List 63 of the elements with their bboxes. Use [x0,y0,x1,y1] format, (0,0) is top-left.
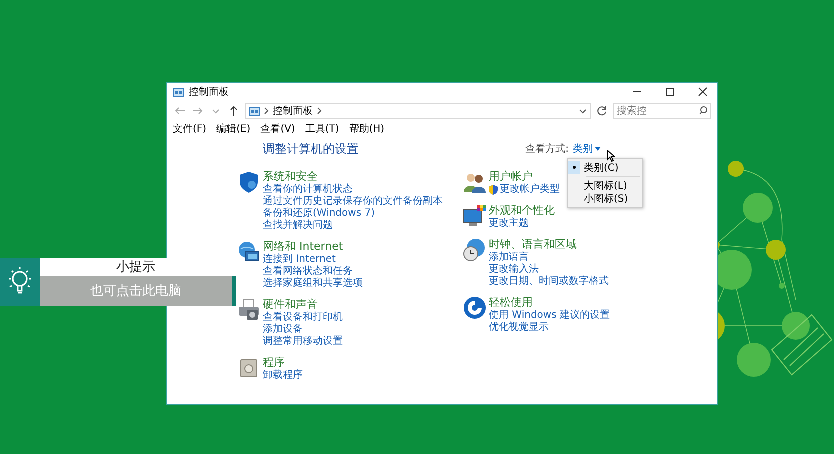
setting-link[interactable]: 通过文件历史记录保存你的文件备份副本 [263,196,443,208]
chevron-icon [317,107,322,115]
back-arrow-icon [174,105,186,117]
menu-option[interactable]: 小图标(S) [568,192,642,205]
menu-item[interactable]: 编辑(E) [216,122,251,136]
view-by-label: 查看方式: [526,142,569,156]
setting-link[interactable]: 查看网络状态和任务 [263,266,353,278]
page-heading: 调整计算机的设置 [263,140,359,158]
up-arrow-icon [228,105,240,117]
globe-monitor-icon [237,240,261,264]
setting-link[interactable]: 选择家庭组和共享选项 [263,278,363,290]
chevron-icon [264,107,269,115]
category-link[interactable]: 外观和个性化 [489,204,555,218]
view-by-dropdown[interactable]: 类别 [573,142,601,156]
setting-link[interactable]: 调整常用移动设置 [263,336,343,348]
category-link[interactable]: 程序 [263,356,285,370]
maximize-icon [665,87,675,97]
menu-item[interactable]: 文件(F) [173,122,207,136]
menu-item[interactable]: 查看(V) [260,122,296,136]
menu-item[interactable]: 帮助(H) [349,122,385,136]
caret-icon [595,146,601,152]
printer-icon [237,298,261,322]
setting-link[interactable]: 查看设备和打印机 [263,312,343,324]
category-link[interactable]: 网络和 Internet [263,240,344,254]
menu-option[interactable]: 类别(C) [568,161,642,174]
setting-link[interactable]: 更改主题 [489,218,529,230]
address-bar[interactable]: 控制面板 [245,103,591,119]
tip-caption: 也可点击此电脑 [40,276,232,306]
control-panel-icon [249,106,260,116]
setting-link[interactable]: 更改输入法 [489,264,539,276]
accessibility-icon [463,296,487,320]
search-icon [699,106,708,115]
category-link[interactable]: 时钟、语言和区域 [489,238,577,252]
globe-clock-icon [463,238,487,262]
pointer-icon [607,150,615,162]
menu-option[interactable]: 大图标(L) [568,179,642,192]
setting-link[interactable]: 查找并解决问题 [263,220,333,232]
close-icon [698,87,708,97]
monitor-palette-icon [463,204,487,228]
setting-link[interactable]: 添加语言 [489,252,529,264]
category-link[interactable]: 轻松使用 [489,296,533,310]
category-link[interactable]: 系统和安全 [263,170,318,184]
category-link[interactable]: 硬件和声音 [263,298,318,312]
shield-icon [237,170,261,194]
forward-arrow-icon [192,105,204,117]
refresh-icon [596,105,608,117]
refresh-button[interactable] [595,104,609,118]
setting-link[interactable]: 备份和还原(Windows 7) [263,208,375,220]
setting-link[interactable]: 使用 Windows 建议的设置 [489,310,610,322]
control-panel-icon [173,88,184,96]
setting-link[interactable]: 更改帐户类型 [489,184,560,196]
setting-link[interactable]: 添加设备 [263,324,303,336]
search-field[interactable]: 搜索控 [613,103,711,119]
category-link[interactable]: 用户帐户 [489,170,533,184]
menu-item[interactable]: 工具(T) [305,122,340,136]
setting-link[interactable]: 更改日期、时间或数字格式 [489,276,609,288]
window-title: 控制面板 [189,86,229,99]
caret-icon [579,107,587,115]
breadcrumb-item[interactable]: 控制面板 [273,104,313,118]
setting-link[interactable]: 优化视觉显示 [489,322,549,334]
setting-link[interactable]: 查看你的计算机状态 [263,184,353,196]
setting-link[interactable]: 连接到 Internet [263,254,336,266]
setting-link[interactable]: 卸载程序 [263,370,303,382]
